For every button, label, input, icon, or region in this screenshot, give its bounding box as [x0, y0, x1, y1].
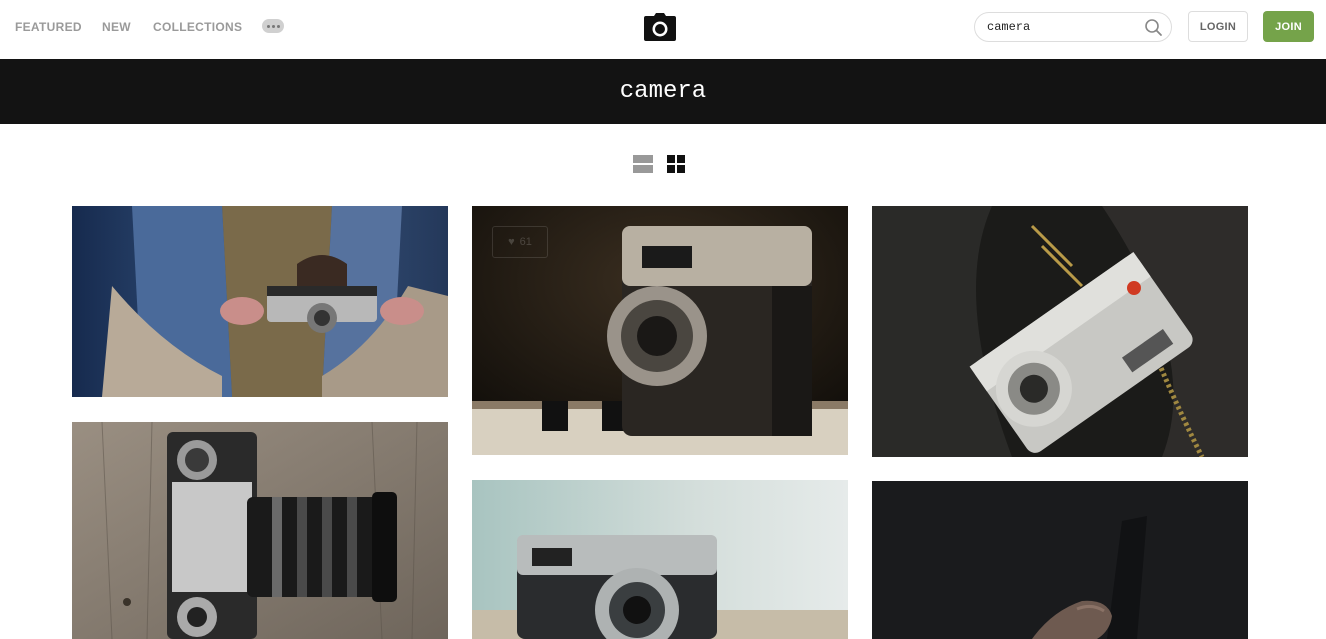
- photo-tile[interactable]: [72, 422, 448, 639]
- nav-featured[interactable]: FEATURED: [15, 20, 82, 34]
- photo-image: [872, 481, 1248, 639]
- page-title: camera: [619, 78, 707, 105]
- search-input[interactable]: [987, 19, 1137, 35]
- photo-tile[interactable]: [472, 480, 848, 639]
- like-count: 61: [519, 236, 532, 248]
- top-navigation: FEATURED NEW COLLECTIONS LOGIN JOIN: [0, 0, 1326, 59]
- photo-tile[interactable]: [872, 206, 1248, 457]
- join-button[interactable]: JOIN: [1263, 11, 1314, 42]
- photo-tile[interactable]: [72, 206, 448, 397]
- nav-collections[interactable]: COLLECTIONS: [153, 20, 242, 34]
- photo-image: [72, 206, 448, 397]
- photo-image: [72, 422, 448, 639]
- search-banner: camera: [0, 59, 1326, 124]
- photo-image: [872, 206, 1248, 457]
- photo-tile[interactable]: [872, 481, 1248, 639]
- camera-icon[interactable]: [643, 12, 677, 42]
- like-badge[interactable]: ♥ 61: [492, 226, 548, 258]
- photo-tile[interactable]: ♥ 61: [472, 206, 848, 455]
- heart-icon: ♥: [508, 236, 515, 248]
- login-button[interactable]: LOGIN: [1188, 11, 1248, 42]
- list-view-icon[interactable]: [633, 155, 653, 173]
- photo-image: [472, 480, 848, 639]
- nav-new[interactable]: NEW: [102, 20, 131, 34]
- search-icon[interactable]: [1144, 18, 1163, 37]
- grid-view-icon[interactable]: [667, 155, 685, 173]
- ellipsis-icon[interactable]: [262, 19, 284, 33]
- search-box: [974, 12, 1172, 42]
